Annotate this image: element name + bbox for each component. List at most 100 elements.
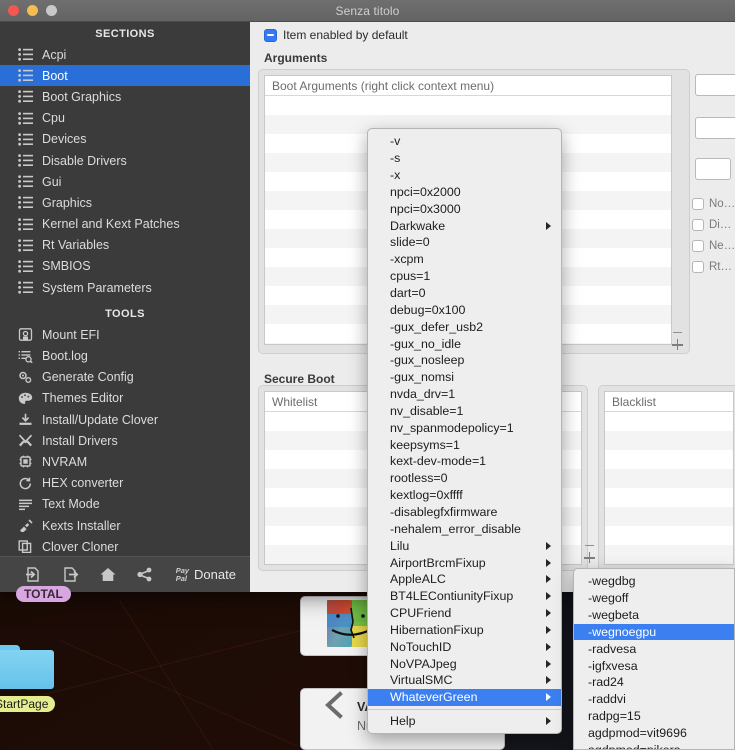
menu-item--gux-nomsi[interactable]: -gux_nomsi [368,369,561,386]
checkbox-box[interactable] [692,198,704,210]
sidebar-tool-generate-config[interactable]: Generate Config [0,367,250,388]
right-checkbox-1[interactable]: Di… [692,219,731,231]
export-icon[interactable] [51,566,88,583]
sidebar-tool-kexts-installer[interactable]: Kexts Installer [0,515,250,536]
list-item[interactable] [605,431,733,450]
right-field-2[interactable] [695,117,735,139]
checkbox-box[interactable] [692,219,704,231]
menu-item-nv-spanmodepolicy-1[interactable]: nv_spanmodepolicy=1 [368,419,561,436]
menu-item-darkwake[interactable]: Darkwake [368,217,561,234]
menu-item--gux-defer-usb2[interactable]: -gux_defer_usb2 [368,318,561,335]
list-item[interactable] [605,526,733,545]
submenu-item--igfxvesa[interactable]: -igfxvesa [574,657,734,674]
donate-button[interactable]: Pay Pal Donate [176,566,236,583]
sidebar-tool-mount-efi[interactable]: Mount EFI [0,324,250,345]
menu-item-debug-0x100[interactable]: debug=0x100 [368,301,561,318]
checkbox-box[interactable] [692,240,704,252]
menu-item-kextlog-0xffff[interactable]: kextlog=0xffff [368,487,561,504]
submenu-item--wegnoegpu[interactable]: -wegnoegpu [574,623,734,641]
share-icon[interactable] [126,566,163,583]
menu-item-nv-disable-1[interactable]: nv_disable=1 [368,403,561,420]
sidebar-item-disable-drivers[interactable]: Disable Drivers [0,150,250,171]
right-checkbox-3[interactable]: Rt… [692,261,732,273]
blacklist-listbox[interactable]: Blacklist [604,391,734,565]
right-checkbox-2[interactable]: Ne… [692,240,735,252]
sidebar-item-rt-variables[interactable]: Rt Variables [0,235,250,256]
home-icon[interactable] [89,566,126,583]
submenu-item--raddvi[interactable]: -raddvi [574,691,734,708]
menu-item-kext-dev-mode-1[interactable]: kext-dev-mode=1 [368,453,561,470]
menu-item-rootless-0[interactable]: rootless=0 [368,470,561,487]
desktop-folder-mystartpage[interactable] [0,645,74,689]
menu-item--gux-no-idle[interactable]: -gux_no_idle [368,335,561,352]
sidebar-item-boot-graphics[interactable]: Boot Graphics [0,86,250,107]
sidebar-item-graphics[interactable]: Graphics [0,192,250,213]
checkbox-box[interactable] [692,261,704,273]
sidebar-tool-text-mode[interactable]: Text Mode [0,494,250,515]
menu-item-npci-0x3000[interactable]: npci=0x3000 [368,200,561,217]
menu-item-slide-0[interactable]: slide=0 [368,234,561,251]
menu-item-airportbrcmfixup[interactable]: AirportBrcmFixup [368,554,561,571]
sidebar-scroll[interactable]: SECTIONS Acpi Boot Boot Graphics Cpu Devices… [0,22,250,556]
sidebar-item-gui[interactable]: Gui [0,171,250,192]
list-item[interactable] [605,450,733,469]
item-enabled-checkbox[interactable] [264,28,277,42]
sidebar-item-acpi[interactable]: Acpi [0,44,250,65]
import-icon[interactable] [14,566,51,583]
menu-item-bt4lecontiunityfixup[interactable]: BT4LEContiunityFixup [368,588,561,605]
menu-item-novpajpeg[interactable]: NoVPAJpeg [368,655,561,672]
submenu-item--rad24[interactable]: -rad24 [574,674,734,691]
sidebar-item-smbios[interactable]: SMBIOS [0,256,250,277]
submenu-item--wegdbg[interactable]: -wegdbg [574,573,734,590]
window-titlebar[interactable]: Senza titolo [0,0,735,22]
whitelist-stepper[interactable] [580,540,598,568]
right-field-1[interactable] [695,74,735,96]
menu-item-keepsyms-1[interactable]: keepsyms=1 [368,436,561,453]
submenu-item-radpg-15[interactable]: radpg=15 [574,708,734,725]
sidebar-item-system-parameters[interactable]: System Parameters [0,277,250,298]
submenu-item--wegbeta[interactable]: -wegbeta [574,607,734,624]
submenu-item--wegoff[interactable]: -wegoff [574,590,734,607]
list-item[interactable] [605,545,733,564]
arguments-stepper[interactable] [668,327,686,355]
menu-item-dart-0[interactable]: dart=0 [368,285,561,302]
sidebar-item-cpu[interactable]: Cpu [0,108,250,129]
whatevergreen-submenu[interactable]: -wegdbg -wegoff -wegbeta -wegnoegpu -radvesa… [573,568,735,750]
menu-item-cpus-1[interactable]: cpus=1 [368,268,561,285]
sidebar-tool-themes-editor[interactable]: Themes Editor [0,388,250,409]
submenu-item-agdpmod-vit9696[interactable]: agdpmod=vit9696 [574,725,734,742]
menu-item-cpufriend[interactable]: CPUFriend [368,605,561,622]
menu-item--v[interactable]: -v [368,133,561,150]
sidebar-tool-hex-converter[interactable]: HEX converter [0,473,250,494]
menu-item--nehalem-error-disable[interactable]: -nehalem_error_disable [368,520,561,537]
menu-item-hibernationfixup[interactable]: HibernationFixup [368,621,561,638]
menu-item--s[interactable]: -s [368,150,561,167]
list-item[interactable] [605,469,733,488]
sidebar-item-boot[interactable]: Boot [0,65,250,87]
item-enabled-checkbox-row[interactable]: Item enabled by default [250,22,735,42]
menu-item--xcpm[interactable]: -xcpm [368,251,561,268]
sidebar-tool-install-drivers[interactable]: Install Drivers [0,430,250,451]
menu-item--disablegfxfirmware[interactable]: -disablegfxfirmware [368,504,561,521]
sidebar-tool-clover-cloner[interactable]: Clover Cloner [0,536,250,556]
menu-item--x[interactable]: -x [368,167,561,184]
list-item[interactable] [265,96,671,115]
sidebar-item-kernel-and-kext-patches[interactable]: Kernel and Kext Patches [0,214,250,235]
menu-item--gux-nosleep[interactable]: -gux_nosleep [368,352,561,369]
menu-item-notouchid[interactable]: NoTouchID [368,638,561,655]
submenu-item--radvesa[interactable]: -radvesa [574,640,734,657]
list-item[interactable] [605,507,733,526]
menu-item-lilu[interactable]: Lilu [368,537,561,554]
sidebar-tool-install-update-clover[interactable]: Install/Update Clover [0,409,250,430]
right-field-3[interactable] [695,158,731,180]
list-item[interactable] [605,412,733,431]
sidebar-item-devices[interactable]: Devices [0,129,250,150]
menu-item-applealc[interactable]: AppleALC [368,571,561,588]
menu-item-help[interactable]: Help [368,713,561,730]
submenu-item-agdpmod-pikera[interactable]: agdpmod=pikera [574,741,734,749]
menu-item-virtualsmc[interactable]: VirtualSMC [368,672,561,689]
boot-arguments-context-menu[interactable]: -v -s -x npci=0x2000 npci=0x3000 Darkwake slid… [367,128,562,734]
back-chevron-icon[interactable] [320,690,350,720]
menu-item-npci-0x2000[interactable]: npci=0x2000 [368,184,561,201]
menu-item-nvda-drv-1[interactable]: nvda_drv=1 [368,386,561,403]
